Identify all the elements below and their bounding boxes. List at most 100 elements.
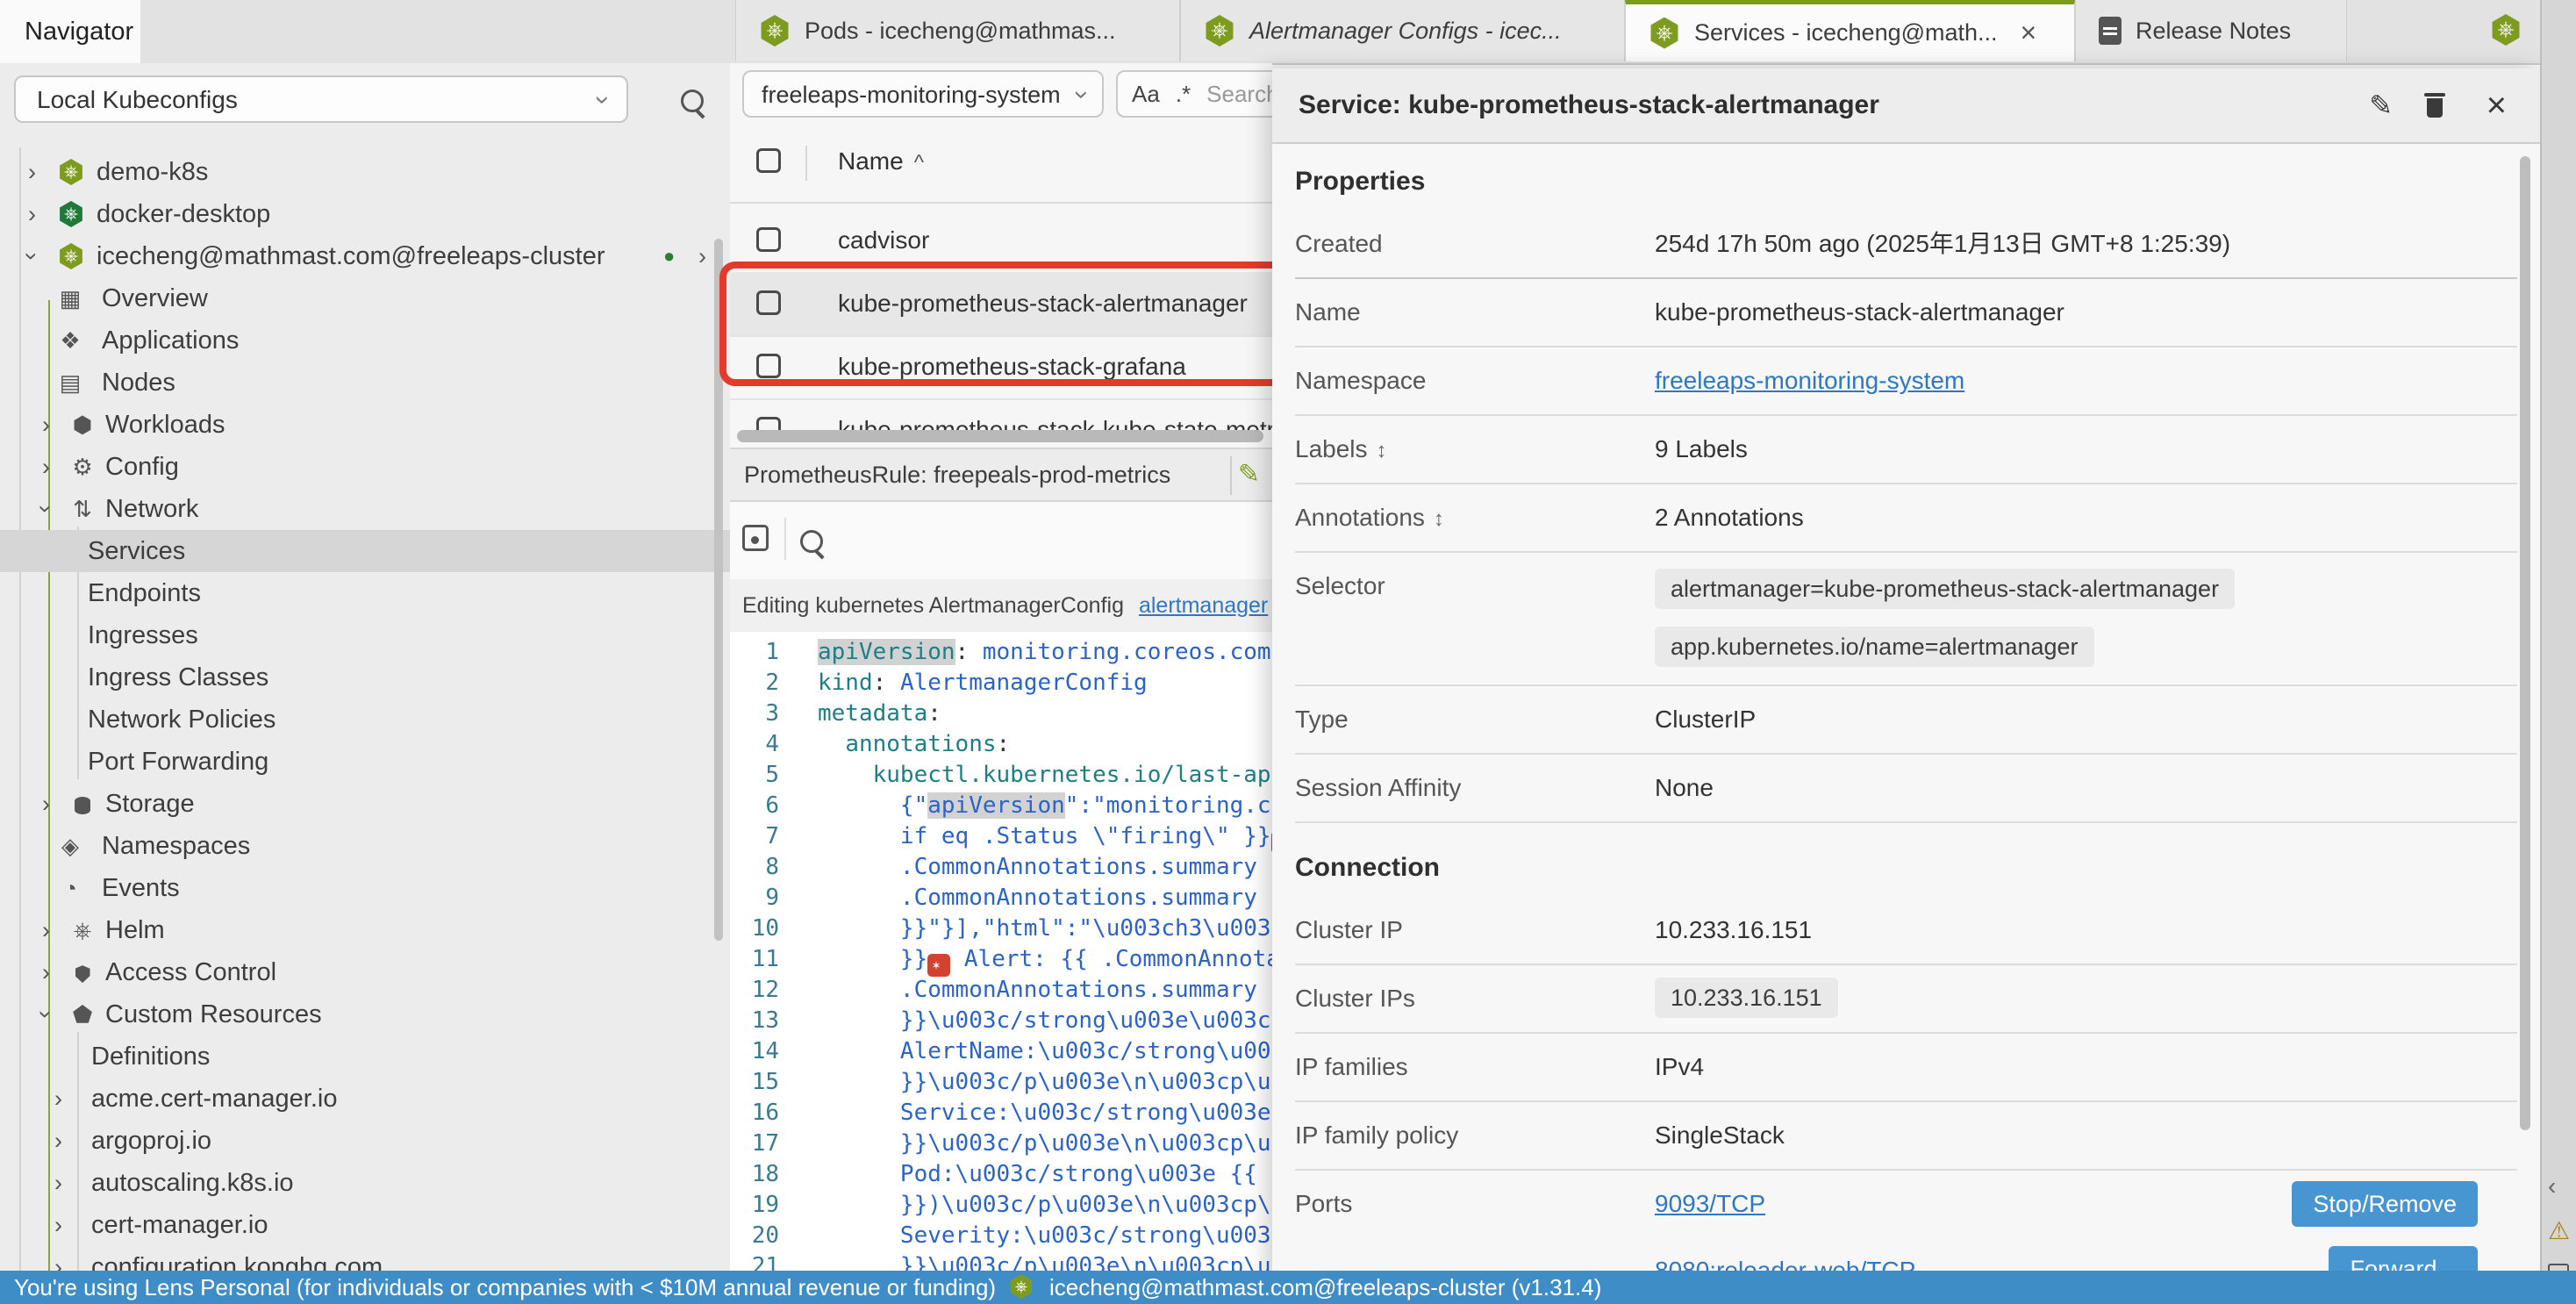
save-icon[interactable] [742, 525, 769, 551]
search-input[interactable]: Search [1206, 71, 1272, 117]
search-icon[interactable] [800, 530, 823, 553]
yaml-editor[interactable]: 1apiVersion: monitoring.coreos.com/v1 2k… [730, 632, 1272, 1274]
match-case-icon[interactable]: Aa [1132, 71, 1160, 117]
sidebar-item-custom-resources[interactable]: › ⬟ Custom Resources [0, 993, 730, 1035]
search-icon[interactable] [681, 90, 704, 112]
chevron-left-icon[interactable]: ‹ [2548, 1172, 2556, 1200]
row-checkbox[interactable] [756, 417, 781, 430]
select-all-checkbox[interactable] [756, 148, 781, 173]
sidebar-item-port-forwarding[interactable]: Port Forwarding [0, 741, 730, 783]
close-icon[interactable]: × [2487, 68, 2507, 142]
code-line[interactable]: kubectl.kubernetes.io/last-appli [818, 760, 1272, 791]
detail-panel-scrollbar[interactable] [2520, 156, 2530, 1130]
code-line[interactable]: Pod:\u003c/strong\u003e {{ .Co [818, 1159, 1272, 1190]
chevron-right-icon[interactable]: › [42, 951, 50, 993]
stop-remove-button[interactable]: Stop/Remove [2292, 1181, 2478, 1227]
code-line[interactable]: if eq .Status \"firing\" }}🚨 [818, 821, 1272, 854]
tab-alertmanager-configs[interactable]: ⎈ Alertmanager Configs - icec... [1180, 0, 1625, 61]
sidebar-item-argoproj[interactable]: › argoproj.io [0, 1120, 730, 1162]
chevron-right-icon[interactable]: › [28, 193, 36, 235]
code-line[interactable]: {"apiVersion":"monitoring.core [818, 791, 1272, 821]
code-line[interactable]: kind: AlertmanagerConfig [818, 668, 1148, 699]
sidebar-item-applications[interactable]: ❖ Applications [0, 319, 730, 362]
code-line[interactable]: Severity:\u003c/strong\u003e [818, 1221, 1272, 1251]
code-line[interactable]: }}🚨 Alert: {{ .CommonAnnotati [818, 944, 1272, 977]
sidebar-item-acme-cert-manager[interactable]: › acme.cert-manager.io [0, 1078, 730, 1120]
sidebar-item-docker-desktop[interactable]: › ⎈ docker-desktop [0, 193, 730, 235]
chevron-right-icon[interactable]: › [54, 1204, 62, 1246]
sidebar-item-demo-k8s[interactable]: › ⎈ demo-k8s [0, 151, 730, 193]
sidebar-item-nodes[interactable]: ▤ Nodes [0, 362, 730, 404]
name-column-header[interactable]: Name^ [838, 121, 924, 204]
sidebar-item-cert-manager[interactable]: › cert-manager.io [0, 1204, 730, 1246]
regex-icon[interactable]: .* [1176, 71, 1191, 117]
chevron-right-icon[interactable]: › [42, 404, 50, 446]
code-line[interactable]: Service:\u003c/strong\u003e { [818, 1098, 1272, 1128]
sidebar-item-freeleaps-cluster[interactable]: › ⎈ icecheng@mathmast.com@freeleaps-clus… [0, 235, 730, 277]
chevron-right-icon[interactable]: › [54, 1162, 62, 1204]
sidebar-item-ingresses[interactable]: Ingresses [0, 614, 730, 656]
sidebar-item-network-policies[interactable]: Network Policies [0, 699, 730, 741]
sidebar-item-helm[interactable]: › ⎈ Helm [0, 909, 730, 951]
sidebar-item-services[interactable]: Services [0, 530, 730, 572]
chevron-right-icon[interactable]: › [54, 1078, 62, 1120]
namespace-select[interactable]: freeleaps-monitoring-system › [742, 70, 1104, 118]
sidebar-item-ingress-classes[interactable]: Ingress Classes [0, 656, 730, 699]
sidebar-item-overview[interactable]: ▦ Overview [0, 277, 730, 319]
chevron-right-icon[interactable]: › [42, 783, 50, 825]
code-line[interactable]: }}"}],"html":"\u003ch3\u003e\u [818, 914, 1272, 944]
sidebar-item-storage[interactable]: › Storage [0, 783, 730, 825]
code-line[interactable]: }}\u003c/p\u003e\n\u003cp\u003 [818, 1128, 1272, 1159]
chevron-down-icon[interactable]: › [11, 253, 54, 261]
row-checkbox[interactable] [756, 227, 781, 252]
code-line[interactable]: .CommonAnnotations.summary }} [818, 852, 1272, 883]
code-line[interactable]: annotations: [818, 729, 1010, 760]
code-line[interactable]: AlertName:\u003c/strong\u003e [818, 1036, 1272, 1067]
sidebar-item-namespaces[interactable]: ◈ Namespaces [0, 825, 730, 867]
prometheusrule-dock-tab[interactable]: PrometheusRule: freepeals-prod-metrics ✎ [730, 448, 1272, 502]
sidebar-item-autoscaling[interactable]: › autoscaling.k8s.io [0, 1162, 730, 1204]
kubeconfig-select[interactable]: Local Kubeconfigs › [14, 75, 628, 123]
sidebar-item-definitions[interactable]: Definitions [0, 1035, 730, 1078]
sidebar-item-network[interactable]: › ⇅ Network [0, 488, 730, 530]
tab-partial-cluster[interactable]: ⎈ [2490, 14, 2522, 46]
chevron-right-icon[interactable]: › [28, 151, 36, 193]
chevron-right-icon[interactable]: › [42, 909, 50, 951]
code-line[interactable]: }}\u003c/strong\u003e\u003c/h3 [818, 1006, 1272, 1036]
chevron-right-icon[interactable]: › [54, 1120, 62, 1162]
chevron-right-icon[interactable]: › [698, 235, 706, 277]
namespace-link[interactable]: freeleaps-monitoring-system [1655, 367, 1964, 394]
code-line[interactable]: }}\u003c/p\u003e\n\u003cp\u003 [818, 1067, 1272, 1098]
tab-pods[interactable]: ⎈ Pods - icecheng@mathmas... [735, 0, 1180, 61]
active-cluster-status[interactable]: icecheng@mathmast.com@freeleaps-cluster … [1049, 1274, 1601, 1301]
close-icon[interactable]: × [2021, 17, 2037, 49]
chevron-down-icon[interactable]: › [25, 505, 68, 513]
sidebar-item-endpoints[interactable]: Endpoints [0, 572, 730, 614]
sidebar-item-access-control[interactable]: › Access Control [0, 951, 730, 993]
tab-navigator[interactable]: Navigator [0, 0, 140, 63]
sort-toggle-icon[interactable]: ↕ [1377, 439, 1387, 462]
chevron-down-icon[interactable]: › [25, 1011, 68, 1019]
code-line[interactable]: apiVersion: monitoring.coreos.com/v1 [818, 637, 1272, 668]
edit-icon[interactable]: ✎ [2369, 68, 2393, 142]
sidebar-item-config[interactable]: › ⚙ Config [0, 446, 730, 488]
sidebar-item-events[interactable]: ◔ Events [0, 867, 730, 909]
chevron-right-icon[interactable]: › [42, 446, 50, 488]
code-line[interactable]: .CommonAnnotations.summary }} [818, 883, 1272, 914]
sidebar-item-workloads[interactable]: › ⬢ Workloads [0, 404, 730, 446]
search-box[interactable]: Aa .* Search [1116, 70, 1272, 118]
warning-icon[interactable]: ⚠ [2548, 1216, 2570, 1245]
table-row-partial[interactable]: kube-prometheus-stack-kube-state-metrics [730, 398, 1272, 430]
tab-release-notes[interactable]: Release Notes [2075, 0, 2347, 61]
code-line[interactable]: .CommonAnnotations.summary }} [818, 975, 1272, 1006]
edit-icon[interactable]: ✎ [1238, 449, 1260, 500]
code-line[interactable]: }})\u003c/p\u003e\n\u003cp\u00 [818, 1190, 1272, 1221]
alertmanager-link[interactable]: alertmanager [1139, 593, 1268, 618]
port-link[interactable]: 9093/TCP [1655, 1190, 1765, 1217]
sort-toggle-icon[interactable]: ↕ [1434, 507, 1444, 531]
delete-icon[interactable] [2424, 93, 2445, 118]
horizontal-scrollbar[interactable] [737, 430, 1263, 442]
code-line[interactable]: metadata: [818, 699, 941, 729]
namespaces-icon: ◈ [54, 825, 86, 867]
tab-services[interactable]: ⎈ Services - icecheng@math... × [1625, 0, 2075, 61]
